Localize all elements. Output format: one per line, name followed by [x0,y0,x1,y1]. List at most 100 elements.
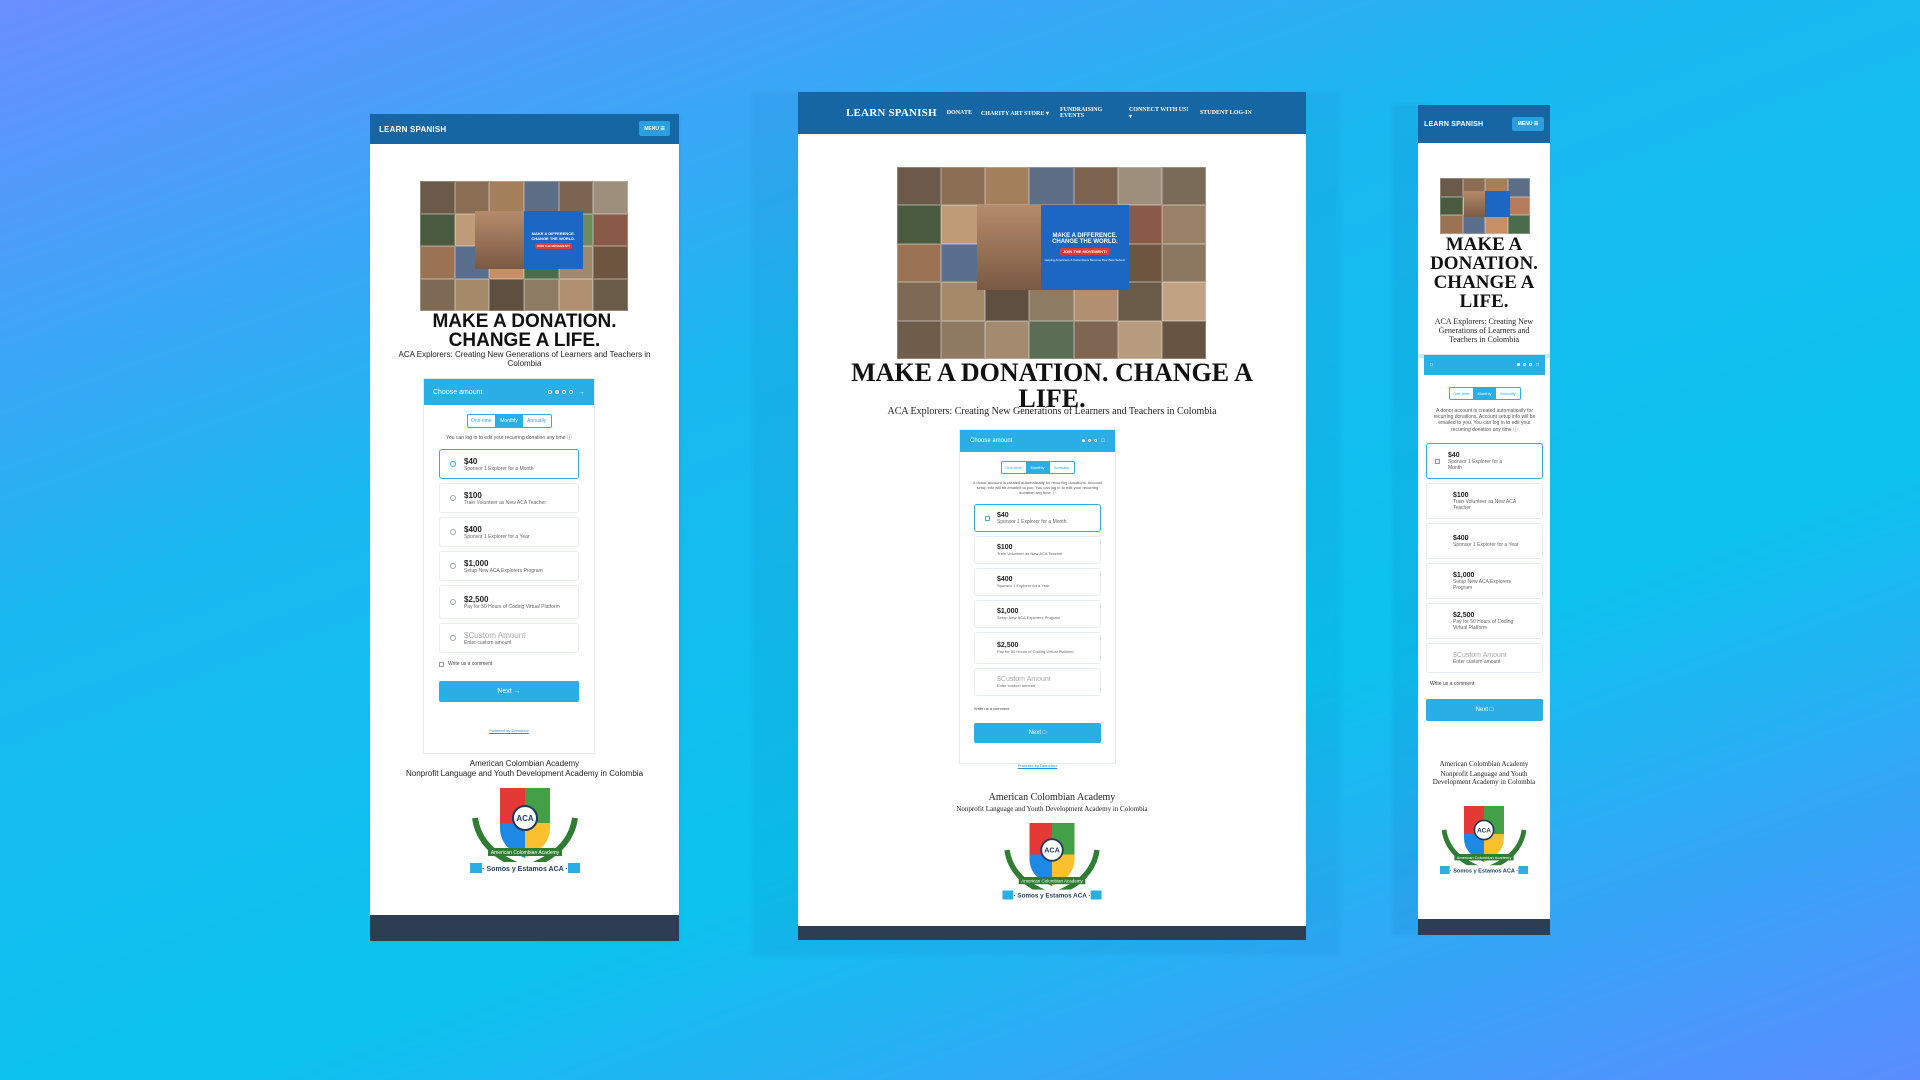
custom-amount-input[interactable]: $Custom Amount Enter custom amount [1426,643,1543,673]
top-nav: LEARN SPANISH MENU ☰ [370,114,679,144]
amount-value: $400 [464,524,482,534]
nav-donate[interactable]: DONATE [947,110,972,116]
freq-one-time[interactable]: One-time [1450,388,1473,399]
arrow-right-icon[interactable]: □ [1101,438,1105,444]
amount-option[interactable]: $400 Sponsor 1 Explorer for a Year [974,568,1101,596]
nav-connect[interactable]: CONNECT WITH US! ▾ [1129,107,1191,120]
crest-motto: · Somos y Estamos ACA · [1014,893,1091,900]
brand-logo-text[interactable]: LEARN SPANISH [1424,121,1483,128]
next-button[interactable]: Next □ [1426,699,1543,721]
aca-crest-logo: ACA American Colombian Academy · Somos y… [470,788,580,874]
amount-value: $100 [997,544,1013,551]
next-label: Next [1475,707,1489,713]
donation-widget: □ □ One-time Monthly Annually A donor ac… [1424,355,1545,765]
footer [1418,919,1550,935]
step-dots: → [545,389,585,396]
amount-value: $40 [1448,451,1460,459]
top-nav: LEARN SPANISH DONATE CHARITY ART STORE ▾… [798,92,1306,134]
aca-crest-logo: ACA American Colombian Academy · Somos y… [1002,823,1102,901]
amount-option[interactable]: $40 Sponsor 1 Explorer for a Month [1426,443,1543,479]
freq-annually[interactable]: Annually [523,415,551,427]
aca-crest-logo: ACA American Colombian Academy · Somos y… [1440,806,1528,875]
amount-option[interactable]: $100 Train Volunteer as New ACA Teacher [1426,483,1543,519]
amount-option[interactable]: $40 Sponsor 1 Explorer for a Month [439,449,579,479]
freq-one-time[interactable]: One-time [468,415,496,427]
nav-charity-art-store[interactable]: CHARITY ART STORE ▾ [981,110,1051,117]
radio-icon [450,461,456,467]
custom-amount-placeholder: $Custom Amount [997,676,1051,683]
donation-widget: Choose amount □ One-time Monthly Annuall… [959,429,1116,768]
amount-option[interactable]: $1,000 Setup New ACA Explorers Program [974,600,1101,628]
org-tagline: Nonprofit Language and Youth Development… [956,805,1148,813]
nav-fundraising-events[interactable]: FUNDRAISING EVENTS [1060,107,1120,119]
amount-value: $2,500 [1453,611,1475,619]
amount-desc: Train Volunteer as New ACA Teacher [1453,498,1516,511]
amount-option[interactable]: $100 Train Volunteer as New ACA Teacher [439,483,579,513]
amount-desc: Sponsor 1 Explorer for a Month [997,518,1067,525]
amount-option[interactable]: $1,000 Setup New ACA Explorers Program [1426,563,1543,599]
brand-logo-text[interactable]: LEARN SPANISH [846,107,937,119]
amount-option[interactable]: $40 Sponsor 1 Explorer for a Month [974,504,1101,532]
amount-option[interactable]: $2,500 Pay for 50 Hours of Coding Virtual… [974,632,1101,664]
poster-title-2: CHANGE THE WORLD. [1052,239,1118,245]
amount-option[interactable]: $2,500 Pay for 50 Hours of Coding Virtual… [439,585,579,619]
brand-logo-text[interactable]: LEARN SPANISH [379,125,446,134]
page-title: MAKE A DONATION. CHANGE A LIFE. [851,358,1253,413]
page-subtitle: ACA Explorers: Creating New Generations … [887,406,1217,417]
amount-desc: Sponsor 1 Explorer for a Month [1448,458,1503,471]
custom-amount-input[interactable]: $Custom Amount Enter custom amount [439,623,579,653]
freq-monthly[interactable]: Monthly [495,415,523,427]
next-label: Next [497,688,512,695]
comment-label[interactable]: Write us a comment [960,706,1115,711]
radio-icon [450,495,456,501]
radio-icon [985,515,990,521]
arrow-right-icon[interactable]: → [578,389,585,396]
crest-banner: American Colombian Academy [491,850,560,856]
amount-desc: Pay for 50 Hours of Coding Virtual Platf… [464,603,560,610]
arrow-right-icon: □ [1489,707,1494,713]
comment-label[interactable]: Write us a comment [1424,681,1545,687]
amount-value: $40 [464,456,478,466]
top-nav: LEARN SPANISH MENU ☰ [1418,105,1550,143]
nav-student-login[interactable]: STUDENT LOG-IN [1200,110,1255,116]
radio-icon [1435,458,1440,464]
radio-icon [450,599,456,605]
center-desktop-frame: LEARN SPANISH DONATE CHARITY ART STORE ▾… [798,92,1306,940]
next-button[interactable]: Next □ [974,723,1101,743]
amount-desc: Train Volunteer as New ACA Teacher [464,499,546,506]
crest-banner: American Colombian Academy [1457,855,1512,860]
powered-by-link[interactable]: Powered by Donorbox [960,763,1115,768]
org-name: American Colombian Academy [988,792,1116,803]
freq-one-time[interactable]: One-time [1002,462,1026,473]
crest-motto: · Somos y Estamos ACA · [482,866,567,873]
amount-option[interactable]: $400 Sponsor 1 Explorer for a Year [439,517,579,547]
arrow-right-icon[interactable]: □ [1536,362,1539,368]
freq-annually[interactable]: Annually [1496,388,1519,399]
next-button[interactable]: Next → [439,681,579,702]
poster-sub: Helping Americans & Colombians Become th… [1044,258,1126,262]
frequency-toggle: One-time Monthly Annually [1000,461,1075,474]
org-tagline: Nonprofit Language and Youth Development… [405,769,644,778]
amount-option[interactable]: $2,500 Pay for 50 Hours of Coding Virtual… [1426,603,1543,639]
arrow-right-icon: □ [1042,730,1047,736]
amount-desc: Sponsor 1 Explorer for a Year [464,533,530,540]
amount-value: $1,000 [464,558,489,568]
amount-desc: Setup New ACA Explorers Program [997,615,1060,620]
menu-button[interactable]: MENU ☰ [1512,117,1544,131]
custom-amount-input[interactable]: $Custom Amount Enter custom amount [974,668,1101,696]
amount-option[interactable]: $1,000 Setup New ACA Explorers Program [439,551,579,581]
freq-annually[interactable]: Annually [1050,462,1074,473]
page-title: MAKE A DONATION. CHANGE A LIFE. [432,311,617,351]
step-dots: □ [1514,362,1539,368]
amount-option[interactable]: $100 Train Volunteer as New ACA Teacher [974,536,1101,564]
freq-monthly[interactable]: Monthly [1472,388,1497,399]
powered-by-link[interactable]: Powered by Donorbox [424,728,594,733]
crest-letters: ACA [516,814,534,823]
amount-option[interactable]: $400 Sponsor 1 Explorer for a Year [1426,523,1543,559]
radio-icon [450,635,456,641]
crest-letters: ACA [1044,846,1060,855]
freq-monthly[interactable]: Monthly [1025,462,1050,473]
comment-checkbox[interactable] [439,661,444,667]
amount-value: $400 [997,576,1013,583]
menu-button[interactable]: MENU ☰ [639,121,670,136]
